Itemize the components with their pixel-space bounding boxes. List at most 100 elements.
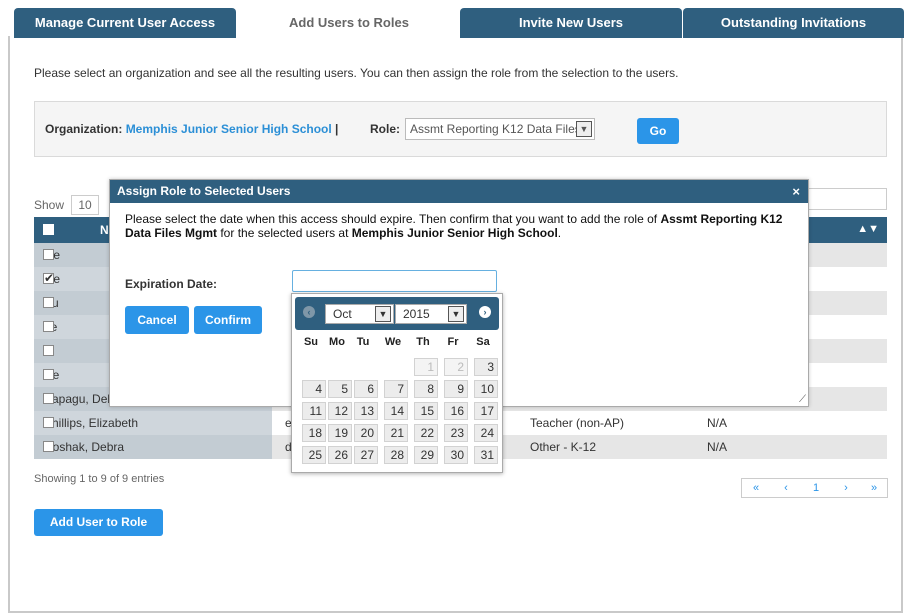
row-checkbox[interactable] — [43, 441, 54, 452]
filter-panel: Organization: Memphis Junior Senior High… — [34, 101, 887, 157]
row-name-cell: Phillips, Elizabeth — [34, 411, 272, 435]
dialog-header: Assign Role to Selected Users × — [110, 180, 808, 203]
calendar-day[interactable]: 13 — [354, 402, 378, 420]
calendar-day[interactable]: 25 — [302, 446, 326, 464]
close-icon[interactable]: × — [792, 180, 800, 203]
datepicker: ‹ Oct ▼ 2015 ▼ › Su Mo Tu We Th Fr Sa 1 2 3 4 5 6 7 8 9… — [291, 293, 503, 473]
role-select[interactable]: Assmt Reporting K12 Data Files ▼ — [405, 118, 595, 140]
role-select-value: Assmt Reporting K12 Data Files — [410, 122, 581, 136]
month-select-value: Oct — [333, 307, 352, 321]
select-all-checkbox[interactable] — [43, 224, 54, 235]
row-checkbox[interactable] — [43, 321, 54, 332]
calendar-day[interactable]: 19 — [328, 424, 352, 442]
go-button[interactable]: Go — [637, 118, 679, 144]
pager-next-button[interactable]: › — [838, 482, 854, 494]
prev-month-icon[interactable]: ‹ — [303, 306, 315, 318]
calendar-day[interactable]: 23 — [444, 424, 468, 442]
table-info: Showing 1 to 9 of 9 entries — [34, 473, 165, 485]
checkmark-icon: ✔ — [44, 271, 55, 285]
calendar-day[interactable]: 17 — [474, 402, 498, 420]
tab-add-users-to-roles[interactable]: Add Users to Roles — [238, 8, 460, 38]
calendar-day[interactable]: 15 — [414, 402, 438, 420]
calendar-day[interactable]: 30 — [444, 446, 468, 464]
row-checkbox[interactable] — [43, 417, 54, 428]
calendar-day[interactable]: 27 — [354, 446, 378, 464]
weekday-header: Su — [303, 336, 319, 348]
row-checkbox[interactable] — [43, 345, 54, 356]
calendar-day[interactable]: 5 — [328, 380, 352, 398]
column-header-name[interactable]: N — [100, 223, 109, 237]
row-checkbox[interactable] — [43, 369, 54, 380]
calendar-day[interactable]: 18 — [302, 424, 326, 442]
weekday-header: Th — [416, 336, 430, 348]
cancel-button[interactable]: Cancel — [125, 306, 189, 334]
pager-prev-button[interactable]: ‹ — [778, 482, 794, 494]
page-length-control: Show 10 — [34, 195, 99, 215]
pager-last-button[interactable]: » — [866, 482, 882, 494]
calendar-day[interactable]: 10 — [474, 380, 498, 398]
tab-manage-current-user-access[interactable]: Manage Current User Access — [14, 8, 236, 38]
calendar-day[interactable]: 31 — [474, 446, 498, 464]
calendar-day — [354, 358, 378, 376]
calendar-day[interactable]: 4 — [302, 380, 326, 398]
calendar-day[interactable]: 11 — [302, 402, 326, 420]
calendar-day[interactable]: 29 — [414, 446, 438, 464]
tab-bar: Manage Current User Access Add Users to … — [14, 8, 904, 38]
expiration-date-label: Expiration Date: — [125, 277, 218, 291]
dialog-message: Please select the date when this access … — [125, 212, 800, 240]
chevron-down-icon: ▼ — [375, 306, 391, 322]
dialog-school-name: Memphis Junior Senior High School — [351, 226, 558, 240]
calendar-day: 2 — [444, 358, 468, 376]
calendar-day[interactable]: 3 — [474, 358, 498, 376]
calendar-day[interactable]: 21 — [384, 424, 408, 442]
instructions-text: Please select an organization and see al… — [34, 66, 679, 80]
show-label: Show — [34, 198, 65, 212]
calendar-day[interactable]: 8 — [414, 380, 438, 398]
row-role-type-cell: Other - K-12 — [530, 440, 597, 454]
organization-name-link[interactable]: Memphis Junior Senior High School — [126, 122, 332, 136]
year-select-value: 2015 — [403, 307, 430, 321]
calendar-day: 1 — [414, 358, 438, 376]
calendar-day[interactable]: 9 — [444, 380, 468, 398]
sort-icon[interactable]: ▲▼ — [857, 223, 879, 235]
next-month-icon[interactable]: › — [479, 306, 491, 318]
calendar-day[interactable]: 24 — [474, 424, 498, 442]
dialog-message-part3: . — [557, 226, 562, 240]
page-length-select[interactable]: 10 — [71, 195, 99, 215]
calendar-day[interactable]: 12 — [328, 402, 352, 420]
calendar-day[interactable]: 22 — [414, 424, 438, 442]
dialog-title: Assign Role to Selected Users — [117, 184, 291, 198]
tab-invite-new-users[interactable]: Invite New Users — [460, 8, 682, 38]
row-role-type-cell: Teacher (non-AP) — [530, 416, 625, 430]
organization-label-text: Organization: — [45, 122, 123, 136]
calendar-day[interactable]: 16 — [444, 402, 468, 420]
weekday-header: Tu — [356, 336, 370, 348]
organization-label: Organization: Memphis Junior Senior High… — [45, 122, 338, 136]
row-checkbox[interactable]: ✔ — [43, 271, 55, 285]
row-status-cell: N/A — [707, 440, 728, 454]
calendar-day[interactable]: 7 — [384, 380, 408, 398]
dialog-message-part1: Please select the date when this access … — [125, 212, 661, 226]
row-checkbox[interactable] — [43, 297, 54, 308]
pagination: « ‹ 1 › » — [741, 478, 888, 498]
expiration-date-input[interactable] — [292, 270, 497, 292]
row-checkbox[interactable] — [43, 393, 54, 404]
calendar-day[interactable]: 6 — [354, 380, 378, 398]
month-select[interactable]: Oct ▼ — [325, 304, 394, 324]
calendar-day[interactable]: 14 — [384, 402, 408, 420]
tab-outstanding-invitations[interactable]: Outstanding Invitations — [683, 8, 904, 38]
confirm-button[interactable]: Confirm — [194, 306, 262, 334]
calendar-day[interactable]: 26 — [328, 446, 352, 464]
add-user-to-role-button[interactable]: Add User to Role — [34, 509, 163, 536]
resize-handle-icon[interactable]: ⟋ — [799, 394, 806, 405]
pager-page-1-button[interactable]: 1 — [808, 482, 824, 494]
calendar-day[interactable]: 20 — [354, 424, 378, 442]
calendar-day[interactable]: 28 — [384, 446, 408, 464]
calendar-day — [384, 358, 408, 376]
calendar-day — [302, 358, 326, 376]
year-select[interactable]: 2015 ▼ — [395, 304, 467, 324]
weekday-header: Fr — [447, 336, 459, 348]
pager-first-button[interactable]: « — [748, 482, 764, 494]
weekday-header: Sa — [476, 336, 490, 348]
row-checkbox[interactable] — [43, 249, 54, 260]
